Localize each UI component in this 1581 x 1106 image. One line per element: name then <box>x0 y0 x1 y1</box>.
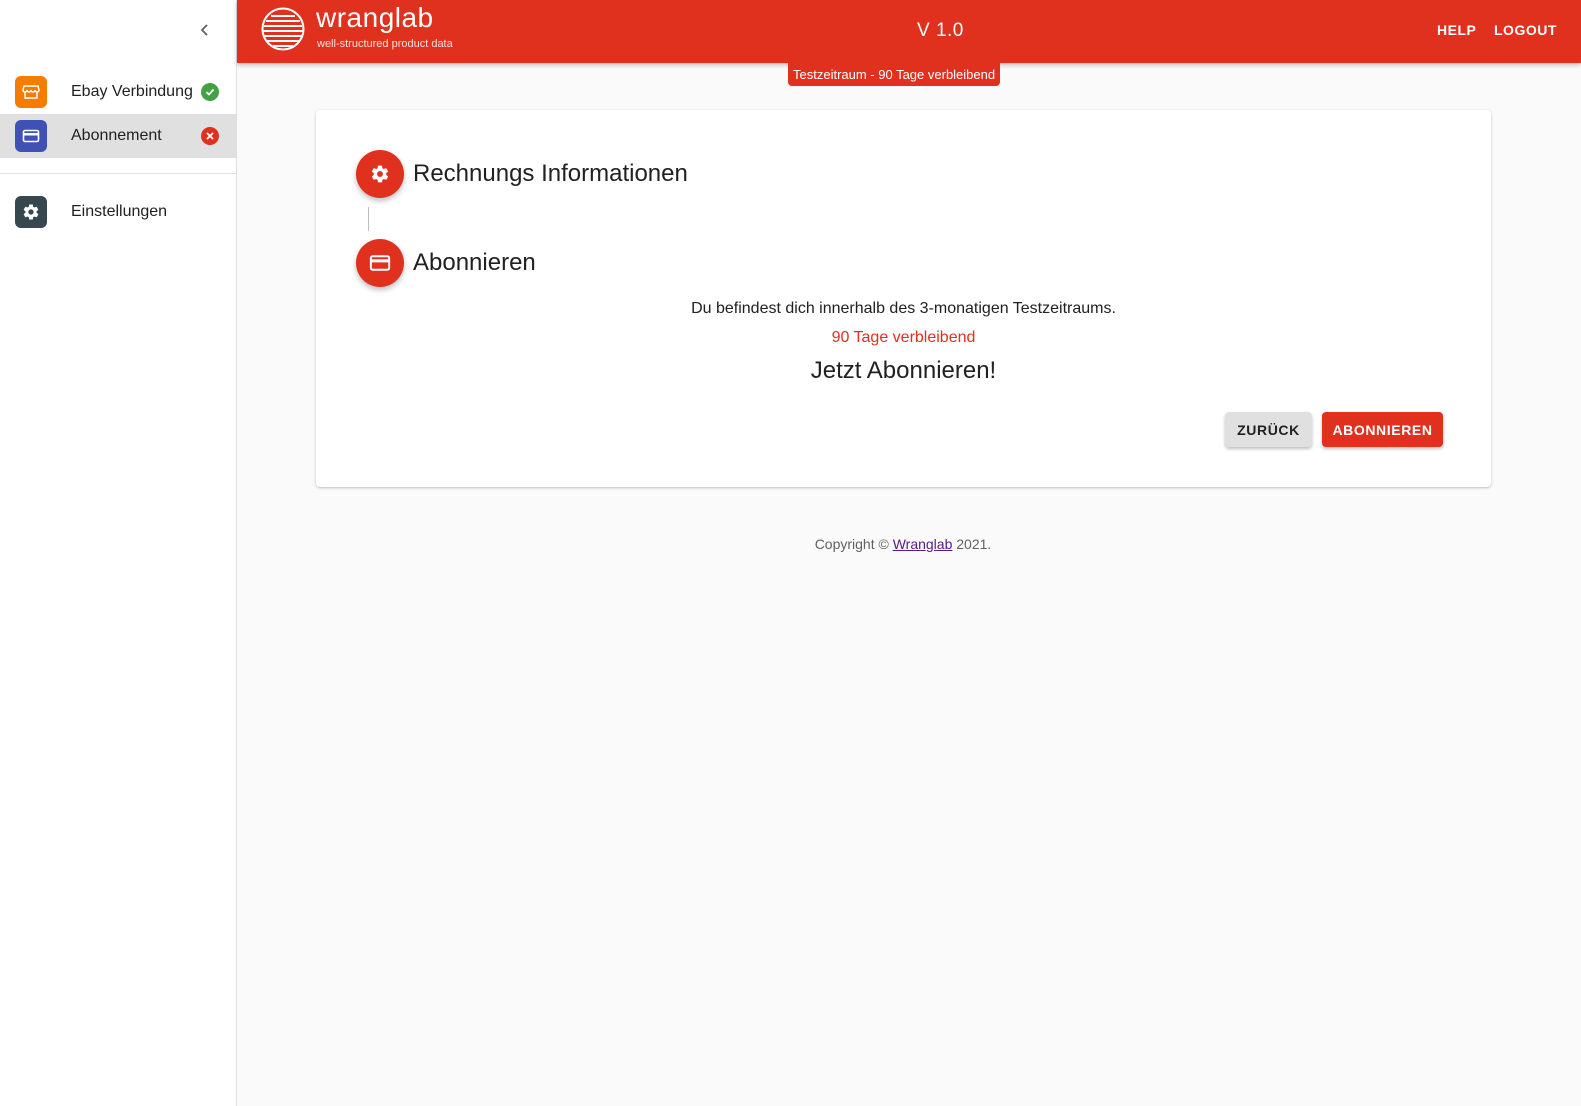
brand-name: wranglab <box>316 2 434 33</box>
wranglab-link[interactable]: Wranglab <box>893 536 953 552</box>
subscribe-cta-heading: Jetzt Abonnieren! <box>810 357 997 384</box>
error-circle-icon <box>201 127 219 145</box>
step-2-indicator <box>356 239 404 287</box>
trial-badge: Testzeitraum - 90 Tage verbleibend <box>788 63 1001 86</box>
credit-card-icon <box>15 120 47 152</box>
sidebar-divider <box>0 173 236 174</box>
sidebar: Ebay Verbindung Abonnement Einstellungen <box>0 0 237 1106</box>
brand-tagline: well-structured product data <box>317 38 453 50</box>
step-2-title: Abonnieren <box>413 249 536 276</box>
help-link[interactable]: HELP <box>1437 22 1476 38</box>
step-connector <box>368 207 369 231</box>
sidebar-item-ebay-verbindung[interactable]: Ebay Verbindung <box>0 70 236 114</box>
app-header: wranglab well-structured product data V … <box>237 0 1581 63</box>
sidebar-item-label: Einstellungen <box>71 203 168 220</box>
sidebar-item-einstellungen[interactable]: Einstellungen <box>0 190 236 234</box>
version-label: V 1.0 <box>917 20 964 41</box>
store-icon <box>15 76 47 108</box>
collapse-sidebar-button[interactable] <box>193 18 217 42</box>
copyright-prefix: Copyright © <box>814 536 889 552</box>
copyright-year: 2021. <box>956 536 992 552</box>
step-1-indicator <box>356 150 404 198</box>
check-circle-icon <box>201 83 219 101</box>
subscribe-button[interactable]: ABONNIEREN <box>1322 412 1443 447</box>
chevron-left-icon <box>200 24 208 36</box>
credit-card-icon <box>369 255 391 271</box>
trial-info-text: Du befindest dich innerhalb des 3-monati… <box>691 300 1116 317</box>
sidebar-item-abonnement[interactable]: Abonnement <box>0 114 236 158</box>
gear-icon <box>371 165 389 183</box>
sidebar-item-label: Abonnement <box>71 127 162 144</box>
logout-link[interactable]: LOGOUT <box>1494 22 1557 38</box>
subscription-card: Rechnungs Informationen Abonnieren Du be… <box>316 110 1491 487</box>
remaining-days-text: 90 Tage verbleibend <box>831 329 976 346</box>
footer: Copyright © Wranglab 2021. <box>237 536 1569 552</box>
gear-icon <box>15 196 47 228</box>
step-1-title: Rechnungs Informationen <box>413 160 688 187</box>
back-button[interactable]: ZURÜCK <box>1225 412 1312 447</box>
sidebar-item-label: Ebay Verbindung <box>71 83 193 100</box>
wranglab-logo-icon <box>261 7 305 51</box>
